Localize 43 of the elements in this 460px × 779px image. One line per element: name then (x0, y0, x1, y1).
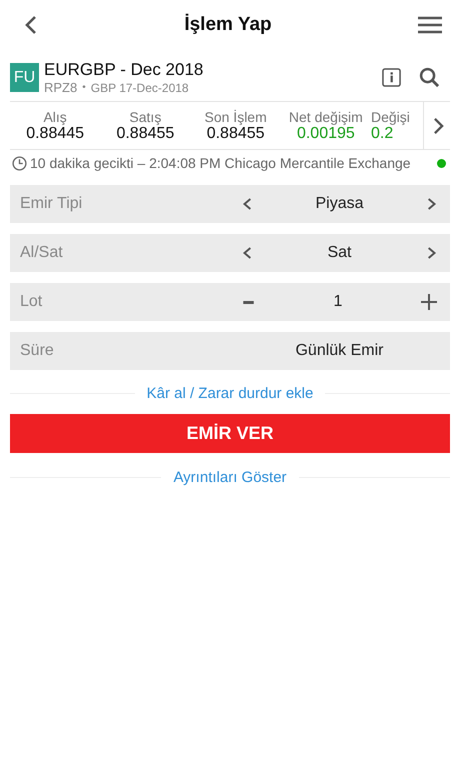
quote-value: 0.88455 (206, 124, 265, 142)
quote-value: 0.88455 (116, 124, 174, 142)
field-value: 1 (334, 293, 342, 311)
instrument-badge: FU (10, 63, 39, 92)
quote-label: Alış (43, 108, 67, 124)
instrument-name: EURGBP - Dec 2018 (44, 60, 204, 80)
order-field[interactable]: Lot 1 (10, 283, 450, 321)
field-label: Emir Tipi (20, 195, 84, 213)
field-value: Piyasa (315, 195, 364, 213)
chevron-left-icon[interactable] (242, 197, 252, 211)
field-label: Süre (20, 342, 55, 360)
field-value: Sat (327, 244, 352, 262)
plus-icon[interactable] (421, 294, 437, 310)
info-icon[interactable] (382, 68, 401, 87)
clock-icon (12, 156, 27, 170)
page-title: İşlem Yap (184, 14, 272, 36)
back-icon[interactable] (24, 15, 38, 35)
chevron-left-icon[interactable] (242, 246, 252, 260)
quote-label: Değişi (371, 108, 410, 124)
order-field[interactable]: Süre Günlük Emir (10, 332, 450, 370)
chevron-right-icon[interactable] (426, 246, 437, 260)
quote-value: 0.88445 (26, 124, 84, 142)
separator: • (82, 82, 86, 93)
minus-icon[interactable] (242, 300, 255, 304)
status-dot (437, 158, 446, 168)
field-label: Al/Sat (20, 244, 64, 262)
menu-icon[interactable] (418, 16, 442, 34)
submit-order-button[interactable]: EMİR VER (10, 414, 450, 453)
search-icon[interactable] (419, 67, 440, 88)
delay-notice: 10 dakika gecikti – 2:04:08 PM Chicago Mercantile Exchange (30, 155, 412, 171)
quote-value: 0.2 (371, 124, 394, 142)
quote-value: 0.00195 (296, 124, 355, 142)
quote-label: Net değişim (288, 108, 363, 124)
order-field[interactable]: Emir Tipi Piyasa (10, 185, 450, 223)
chevron-right-icon[interactable] (427, 197, 437, 211)
instrument-details: GBP 17-Dec-2018 (90, 80, 189, 94)
order-field[interactable]: Al/Sat Sat (10, 234, 450, 272)
instrument-code: RPZ8 (44, 80, 78, 95)
quote-label: Son İşlem (204, 108, 267, 124)
chevron-right-icon[interactable] (433, 116, 444, 134)
field-label: Lot (20, 293, 44, 311)
field-value: Günlük Emir (295, 342, 384, 360)
quote-label: Satış (129, 108, 162, 124)
